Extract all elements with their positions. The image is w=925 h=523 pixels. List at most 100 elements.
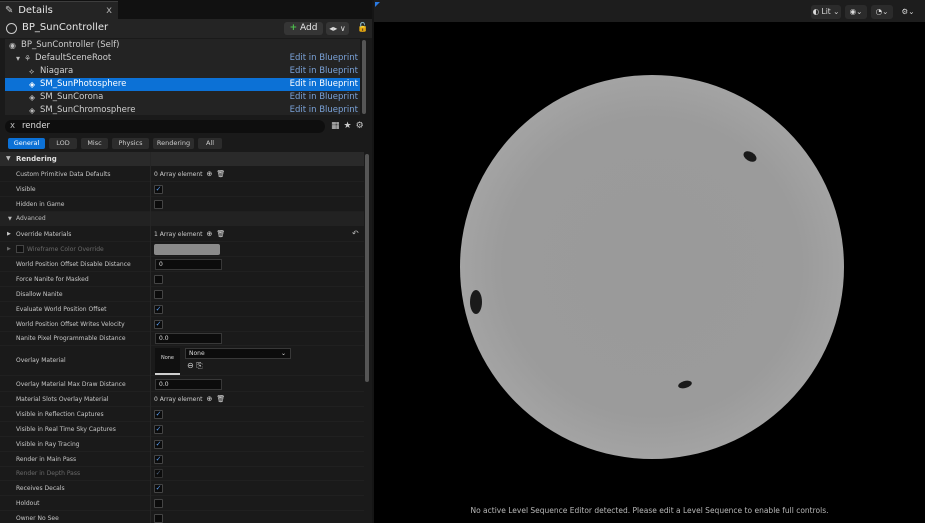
wpo-velocity-checkbox[interactable]: ✓ — [154, 320, 163, 329]
add-element-icon[interactable]: ⊕ — [207, 395, 213, 403]
actor-title: BP_SunController — [22, 22, 109, 33]
rendering-section-header[interactable]: ▼ Rendering — [0, 152, 364, 166]
row-render-main-pass: Render in Main Pass — [0, 452, 364, 467]
search-input[interactable]: x render — [5, 120, 325, 133]
prop-label: Force Nanite for Masked — [16, 276, 89, 283]
edit-in-blueprint-link[interactable]: Edit in Blueprint — [290, 91, 358, 104]
overlay-material-thumbnail[interactable]: None — [155, 348, 180, 375]
settings-gear-icon[interactable]: ⚙ — [356, 121, 364, 131]
delete-icon[interactable]: 🗑 — [216, 395, 225, 403]
plus-icon: + — [289, 23, 298, 33]
tree-item-niagara[interactable]: ⟡ Niagara Edit in Blueprint — [5, 65, 360, 78]
filter-tab-misc[interactable]: Misc — [81, 138, 108, 149]
receives-decals-checkbox[interactable]: ✓ — [154, 484, 163, 493]
edit-in-blueprint-link[interactable]: Edit in Blueprint — [290, 104, 358, 115]
evaluate-wpo-checkbox[interactable]: ✓ — [154, 305, 163, 314]
component-tree: ◉ BP_SunController (Self) ▾ ⚘ DefaultSce… — [5, 39, 360, 115]
niagara-icon: ⟡ — [29, 67, 35, 76]
override-checkbox[interactable] — [16, 245, 24, 253]
holdout-checkbox[interactable] — [154, 499, 163, 508]
filter-tab-physics[interactable]: Physics — [112, 138, 149, 149]
row-evaluate-wpo: Evaluate World Position Offset — [0, 302, 364, 317]
row-visible-reflection: Visible in Reflection Captures — [0, 407, 364, 422]
tree-item-self[interactable]: ◉ BP_SunController (Self) — [5, 39, 360, 52]
tree-item-sm-sunphotosphere[interactable]: ◈ SM_SunPhotosphere Edit in Blueprint — [5, 78, 360, 91]
details-scrollbar[interactable] — [365, 154, 369, 382]
blueprint-dropdown-button[interactable]: ◂▸ ∨ — [326, 22, 349, 35]
delete-icon[interactable]: 🗑 — [216, 170, 225, 178]
overlay-max-distance-input[interactable]: 0.0 — [155, 379, 222, 390]
collapse-arrow-icon[interactable]: ▾ — [16, 52, 20, 65]
filter-tab-all[interactable]: All — [198, 138, 222, 149]
prop-label: World Position Offset Writes Velocity — [16, 321, 125, 328]
reset-to-default-icon[interactable]: ↶ — [352, 229, 359, 238]
render-main-pass-checkbox[interactable]: ✓ — [154, 455, 163, 464]
edit-in-blueprint-link[interactable]: Edit in Blueprint — [290, 65, 358, 78]
expand-arrow-icon[interactable]: ▶ — [7, 242, 11, 257]
filter-tab-general[interactable]: General — [8, 138, 45, 149]
static-mesh-icon: ◈ — [29, 80, 36, 89]
row-holdout: Holdout — [0, 496, 364, 511]
nanite-pixel-distance-input[interactable]: 0.0 — [155, 333, 222, 344]
render-depth-pass-checkbox[interactable]: ✓ — [154, 469, 163, 478]
use-selected-icon[interactable]: ⊖ — [187, 361, 194, 370]
row-visible: Visible — [0, 182, 364, 197]
actor-icon: ◉ — [9, 41, 16, 50]
eye-icon: ◉ — [849, 7, 857, 16]
performance-scalability-button[interactable]: ◔⌄ — [871, 5, 893, 19]
clear-search-icon[interactable]: x — [10, 120, 15, 133]
subsection-title: Advanced — [16, 215, 46, 222]
overlay-material-select[interactable]: None ⌄ — [185, 348, 291, 359]
lit-icon: ◐ — [812, 7, 820, 16]
viewport-options-corner-icon[interactable] — [375, 2, 380, 7]
viewport-settings-button[interactable]: ⚙⌄ — [897, 5, 919, 19]
edit-in-blueprint-link[interactable]: Edit in Blueprint — [290, 78, 358, 91]
view-mode-lit-button[interactable]: ◐ Lit ⌄ — [811, 5, 841, 19]
favorites-star-icon[interactable]: ★ — [344, 121, 352, 131]
add-element-icon[interactable]: ⊕ — [207, 230, 213, 238]
lock-icon[interactable]: 🔓 — [357, 23, 368, 33]
add-element-icon[interactable]: ⊕ — [207, 170, 213, 178]
tree-item-sm-sunchromosphere[interactable]: ◈ SM_SunChromosphere Edit in Blueprint — [5, 104, 360, 115]
edit-in-blueprint-link[interactable]: Edit in Blueprint — [290, 52, 358, 65]
prop-label: World Position Offset Disable Distance — [16, 261, 131, 268]
prop-label: Holdout — [16, 500, 40, 507]
browse-icon[interactable]: ⎘ — [196, 361, 202, 370]
advanced-subsection[interactable]: ▼ Advanced — [0, 212, 364, 226]
hidden-in-game-checkbox[interactable] — [154, 200, 163, 209]
prop-label: Evaluate World Position Offset — [16, 306, 107, 313]
owner-no-see-checkbox[interactable] — [154, 514, 163, 523]
visible-ray-tracing-checkbox[interactable]: ✓ — [154, 440, 163, 449]
prop-label: Visible — [16, 186, 36, 193]
wireframe-color-swatch[interactable] — [154, 244, 220, 255]
filter-tab-lod[interactable]: LOD — [49, 138, 77, 149]
wpo-disable-distance-input[interactable]: 0 — [155, 259, 222, 270]
tree-scrollbar[interactable] — [362, 40, 366, 114]
tree-item-label: SM_SunCorona — [40, 92, 104, 102]
column-divider[interactable] — [150, 152, 151, 523]
row-render-depth-pass: Render in Depth Pass — [0, 466, 364, 481]
filter-tab-rendering[interactable]: Rendering — [153, 138, 194, 149]
prop-label: Receives Decals — [16, 485, 65, 492]
force-nanite-checkbox[interactable] — [154, 275, 163, 284]
prop-label: Custom Primitive Data Defaults — [16, 171, 111, 178]
select-value: None — [189, 350, 205, 357]
tree-item-label: BP_SunController (Self) — [21, 40, 120, 50]
close-tab-icon[interactable]: x — [106, 2, 112, 19]
expand-arrow-icon[interactable]: ▶ — [7, 227, 11, 242]
tab-details[interactable]: ✎ Details x — [0, 1, 118, 19]
array-count: 0 Array element — [154, 171, 203, 178]
tree-item-defaultsceneroot[interactable]: ▾ ⚘ DefaultSceneRoot Edit in Blueprint — [5, 52, 360, 65]
visible-checkbox[interactable]: ✓ — [154, 185, 163, 194]
visible-reflection-checkbox[interactable]: ✓ — [154, 410, 163, 419]
blueprint-actor-icon — [6, 23, 17, 34]
delete-icon[interactable]: 🗑 — [216, 230, 225, 238]
disallow-nanite-checkbox[interactable] — [154, 290, 163, 299]
viewport[interactable]: ◐ Lit ⌄ ◉⌄ ◔⌄ ⚙⌄ No active Level Sequenc… — [374, 0, 925, 523]
visible-sky-checkbox[interactable]: ✓ — [154, 425, 163, 434]
add-component-button[interactable]: + Add — [284, 22, 323, 35]
show-flags-button[interactable]: ◉⌄ — [845, 5, 867, 19]
tree-item-sm-suncorona[interactable]: ◈ SM_SunCorona Edit in Blueprint — [5, 91, 360, 104]
prop-label: Nanite Pixel Programmable Distance — [16, 335, 126, 342]
table-view-icon[interactable]: ▦ — [331, 121, 340, 131]
